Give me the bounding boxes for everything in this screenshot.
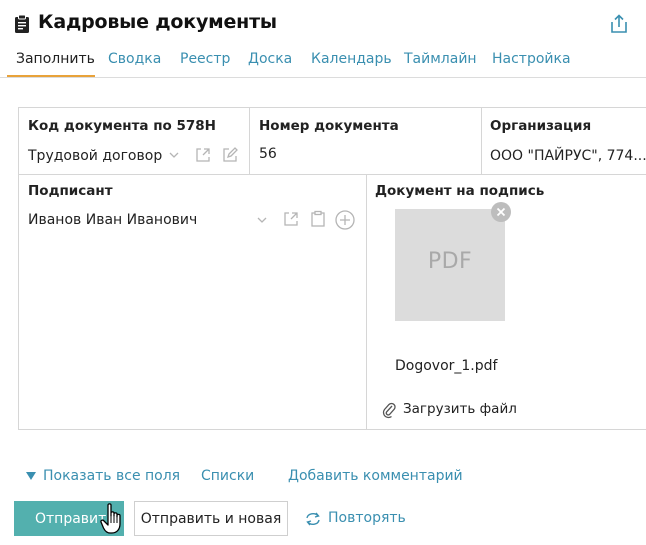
page-title: Кадровые документы: [38, 11, 277, 33]
form-row-top: Код документа по 578Н Трудовой договор Н…: [18, 107, 646, 175]
field-document-label: Документ на подпись: [375, 183, 545, 199]
repeat-label: Повторять: [328, 510, 406, 526]
field-signer[interactable]: Подписант Иванов Иван Иванович: [19, 174, 366, 430]
add-comment-link[interactable]: Добавить комментарий: [288, 468, 463, 484]
open-link-icon[interactable]: [194, 146, 212, 164]
clipboard-icon: [15, 14, 29, 33]
edit-icon[interactable]: [221, 146, 239, 164]
file-name[interactable]: Dogovor_1.pdf: [395, 358, 497, 374]
tab-fill[interactable]: Заполнить: [16, 51, 95, 67]
hand-cursor-icon: [100, 503, 121, 534]
field-signer-label: Подписант: [28, 183, 113, 199]
triangle-down-icon[interactable]: [26, 472, 36, 481]
active-tab-indicator: [7, 75, 95, 77]
field-organization[interactable]: Организация ООО "ПАЙРУС", 774...: [482, 108, 646, 174]
clipboard-small-icon[interactable]: [309, 210, 327, 228]
tab-board[interactable]: Доска: [248, 51, 292, 67]
field-signer-value[interactable]: Иванов Иван Иванович: [28, 212, 197, 228]
tab-timeline[interactable]: Таймлайн: [404, 51, 477, 67]
tab-summary[interactable]: Сводка: [108, 51, 161, 67]
field-organization-value[interactable]: ООО "ПАЙРУС", 774...: [490, 148, 646, 164]
field-doc-number[interactable]: Номер документа 56: [250, 108, 481, 174]
field-doc-code[interactable]: Код документа по 578Н Трудовой договор: [19, 108, 249, 174]
field-doc-number-value[interactable]: 56: [259, 146, 277, 162]
pdf-thumbnail-text: PDF: [427, 249, 473, 274]
lists-link[interactable]: Списки: [201, 468, 254, 484]
chevron-down-icon[interactable]: [256, 215, 268, 225]
remove-file-button[interactable]: [491, 202, 511, 222]
share-icon[interactable]: [609, 13, 629, 35]
repeat-icon: [306, 512, 320, 526]
form-links: Показать все поля Списки Добавить коммен…: [0, 468, 646, 488]
submit-and-new-button[interactable]: Отправить и новая: [134, 501, 288, 536]
close-icon: [496, 207, 506, 217]
show-all-fields-link[interactable]: Показать все поля: [43, 468, 180, 484]
field-doc-code-label: Код документа по 578Н: [28, 118, 216, 134]
tab-registry[interactable]: Реестр: [180, 51, 230, 67]
field-doc-code-value[interactable]: Трудовой договор: [28, 148, 162, 164]
paperclip-icon: [382, 402, 396, 419]
chevron-down-icon[interactable]: [168, 150, 180, 160]
field-doc-number-label: Номер документа: [259, 118, 399, 134]
tab-bar: Заполнить Сводка Реестр Доска Календарь …: [0, 46, 646, 78]
tab-calendar[interactable]: Календарь: [311, 51, 392, 67]
form-row-bottom: Подписант Иванов Иван Иванович Документ …: [18, 174, 646, 430]
page-header: Кадровые документы: [0, 0, 646, 50]
pdf-thumbnail[interactable]: PDF: [395, 209, 505, 321]
upload-file-label: Загрузить файл: [403, 401, 517, 417]
add-circle-icon[interactable]: [334, 209, 356, 231]
open-link-icon[interactable]: [282, 210, 300, 228]
field-organization-label: Организация: [490, 118, 592, 134]
tab-settings[interactable]: Настройка: [492, 51, 571, 67]
